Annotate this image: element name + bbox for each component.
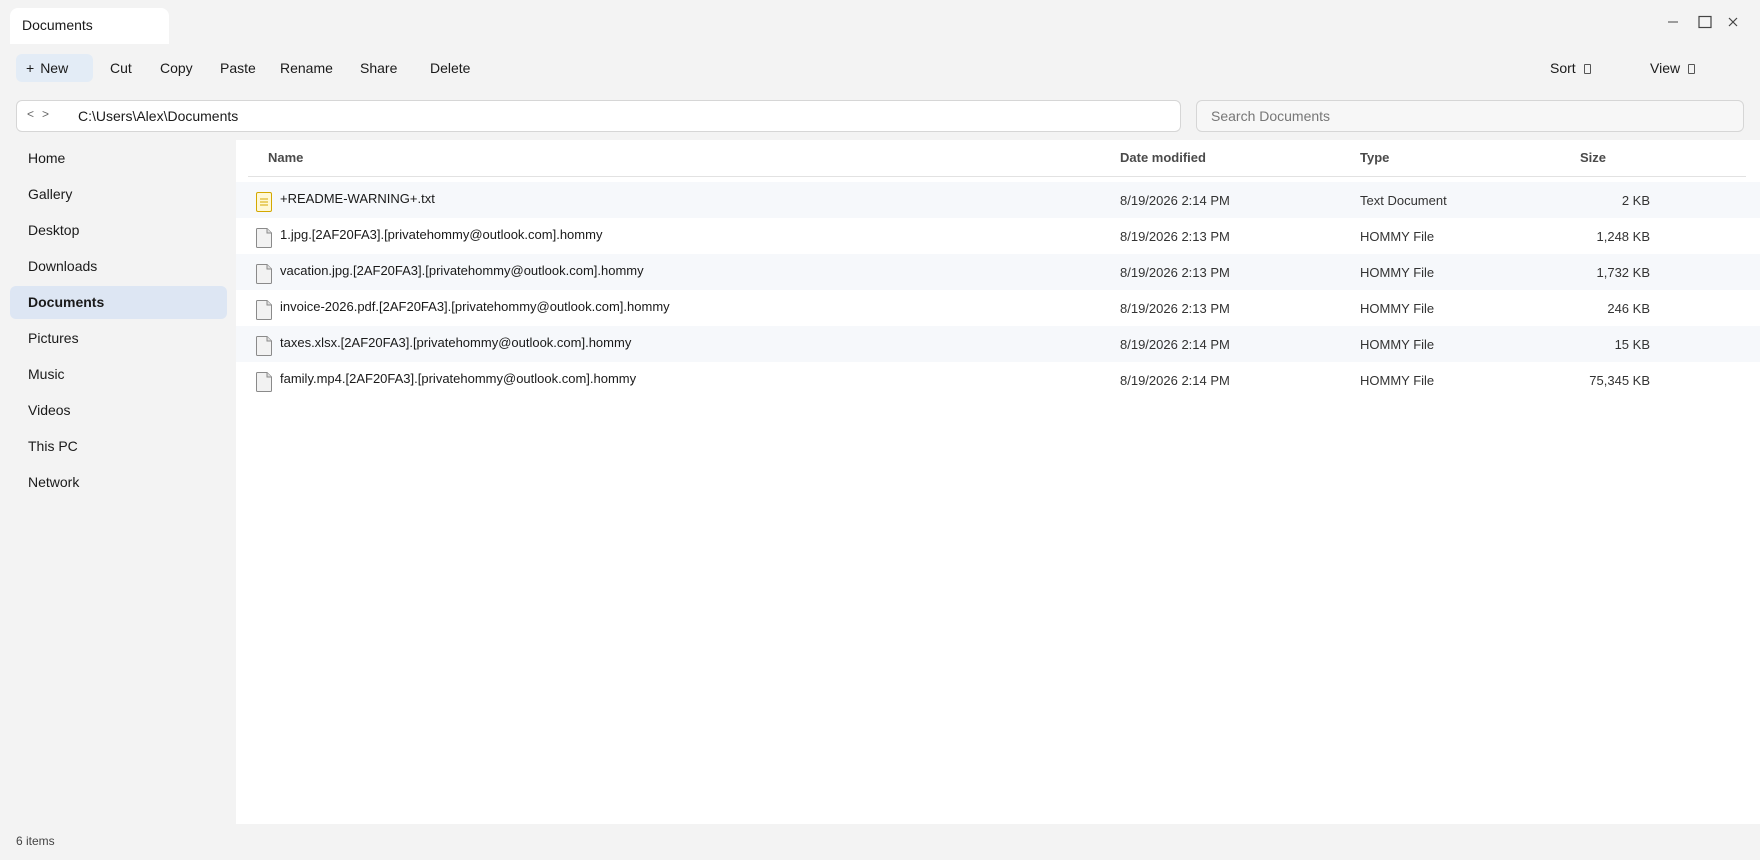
sidebar-item-documents[interactable]: Documents [10, 286, 227, 319]
column-header-name[interactable]: Name [268, 150, 303, 165]
file-row[interactable]: invoice-2026.pdf.[2AF20FA3].[privatehomm… [236, 290, 1760, 326]
maximize-icon [1698, 15, 1712, 29]
address-bar[interactable]: < > C:\Users\Alex\Documents [16, 100, 1181, 132]
file-name: +README-WARNING+.txt [280, 191, 435, 206]
sidebar-item-this-pc[interactable]: This PC [10, 430, 227, 463]
file-type: HOMMY File [1360, 265, 1435, 280]
file-name: family.mp4.[2AF20FA3].[privatehommy@outl… [280, 371, 637, 386]
sidebar-item-downloads[interactable]: Downloads [10, 250, 227, 283]
maximize-button[interactable] [1693, 10, 1717, 34]
rename-button[interactable]: Rename [280, 54, 333, 82]
sidebar-item-home[interactable]: Home [10, 142, 227, 175]
file-row[interactable]: +README-WARNING+.txt 8/19/2026 2:14 PM T… [236, 182, 1760, 218]
file-date: 8/19/2026 2:14 PM [1120, 193, 1230, 208]
file-type: HOMMY File [1360, 373, 1435, 388]
paste-button[interactable]: Paste [220, 54, 256, 82]
cut-button[interactable]: Cut [110, 54, 132, 82]
search-input[interactable] [1196, 100, 1744, 132]
minimize-button[interactable] [1661, 10, 1685, 34]
file-row[interactable]: family.mp4.[2AF20FA3].[privatehommy@outl… [236, 362, 1760, 398]
file-size: 2 KB [1621, 193, 1650, 208]
generic-file-icon [256, 300, 272, 320]
plus-icon: + [26, 60, 35, 76]
file-date: 8/19/2026 2:13 PM [1120, 265, 1230, 280]
file-row[interactable]: taxes.xlsx.[2AF20FA3].[privatehommy@outl… [236, 326, 1760, 362]
back-arrow-icon[interactable]: < [27, 107, 34, 121]
generic-file-icon [256, 372, 272, 392]
minimize-icon [1668, 21, 1678, 23]
share-button[interactable]: Share [360, 54, 397, 82]
title-bar: Documents [0, 0, 1760, 46]
sidebar-item-network[interactable]: Network [10, 466, 227, 499]
close-icon [1728, 17, 1738, 27]
file-size: 1,248 KB [1596, 229, 1651, 244]
generic-file-icon [256, 264, 272, 284]
sidebar-item-music[interactable]: Music [10, 358, 227, 391]
command-bar: + New Cut Copy Paste Rename Share Delete … [0, 50, 1760, 86]
file-type: HOMMY File [1360, 337, 1435, 352]
view-dropdown-icon [1688, 64, 1696, 74]
sidebar-item-desktop[interactable]: Desktop [10, 214, 227, 247]
file-date: 8/19/2026 2:14 PM [1120, 337, 1230, 352]
sidebar-item-pictures[interactable]: Pictures [10, 322, 227, 355]
file-date: 8/19/2026 2:14 PM [1120, 373, 1230, 388]
delete-button[interactable]: Delete [430, 54, 470, 82]
item-count: 6 items [16, 834, 55, 848]
generic-file-icon [256, 336, 272, 356]
file-type: HOMMY File [1360, 229, 1435, 244]
file-type: HOMMY File [1360, 301, 1435, 316]
sort-button[interactable]: Sort [1550, 54, 1591, 82]
file-size: 246 KB [1607, 301, 1650, 316]
view-button[interactable]: View [1650, 54, 1696, 82]
view-button-label: View [1650, 60, 1681, 76]
file-row[interactable]: 1.jpg.[2AF20FA3].[privatehommy@outlook.c… [236, 218, 1760, 254]
file-name: vacation.jpg.[2AF20FA3].[privatehommy@ou… [280, 263, 644, 278]
file-name: 1.jpg.[2AF20FA3].[privatehommy@outlook.c… [280, 227, 603, 242]
address-path[interactable]: C:\Users\Alex\Documents [78, 108, 238, 124]
text-file-icon [256, 192, 272, 212]
file-date: 8/19/2026 2:13 PM [1120, 229, 1230, 244]
header-divider [248, 176, 1746, 177]
column-header-date[interactable]: Date modified [1120, 150, 1206, 165]
file-size: 15 KB [1614, 337, 1650, 352]
sidebar-item-gallery[interactable]: Gallery [10, 178, 227, 211]
status-bar: 6 items [0, 824, 1760, 860]
file-size: 75,345 KB [1589, 373, 1650, 388]
new-button[interactable]: + New [16, 54, 93, 82]
sort-dropdown-icon [1583, 64, 1591, 74]
file-name: taxes.xlsx.[2AF20FA3].[privatehommy@outl… [280, 335, 632, 350]
sidebar-item-videos[interactable]: Videos [10, 394, 227, 427]
new-button-label: New [40, 60, 69, 76]
close-button[interactable] [1721, 10, 1745, 34]
navigation-pane: Home Gallery Desktop Downloads Documents… [0, 142, 236, 824]
forward-arrow-icon[interactable]: > [42, 107, 49, 121]
column-header-type[interactable]: Type [1360, 150, 1389, 165]
generic-file-icon [256, 228, 272, 248]
file-type: Text Document [1360, 193, 1447, 208]
column-header-size[interactable]: Size [1580, 150, 1606, 165]
file-list: Name Date modified Type Size +README-WAR… [236, 140, 1760, 824]
file-name: invoice-2026.pdf.[2AF20FA3].[privatehomm… [280, 299, 670, 314]
copy-button[interactable]: Copy [160, 54, 193, 82]
file-row[interactable]: vacation.jpg.[2AF20FA3].[privatehommy@ou… [236, 254, 1760, 290]
window-tab-title: Documents [22, 17, 93, 33]
file-date: 8/19/2026 2:13 PM [1120, 301, 1230, 316]
window-tab[interactable]: Documents [10, 8, 169, 44]
sort-button-label: Sort [1550, 60, 1576, 76]
file-size: 1,732 KB [1596, 265, 1651, 280]
